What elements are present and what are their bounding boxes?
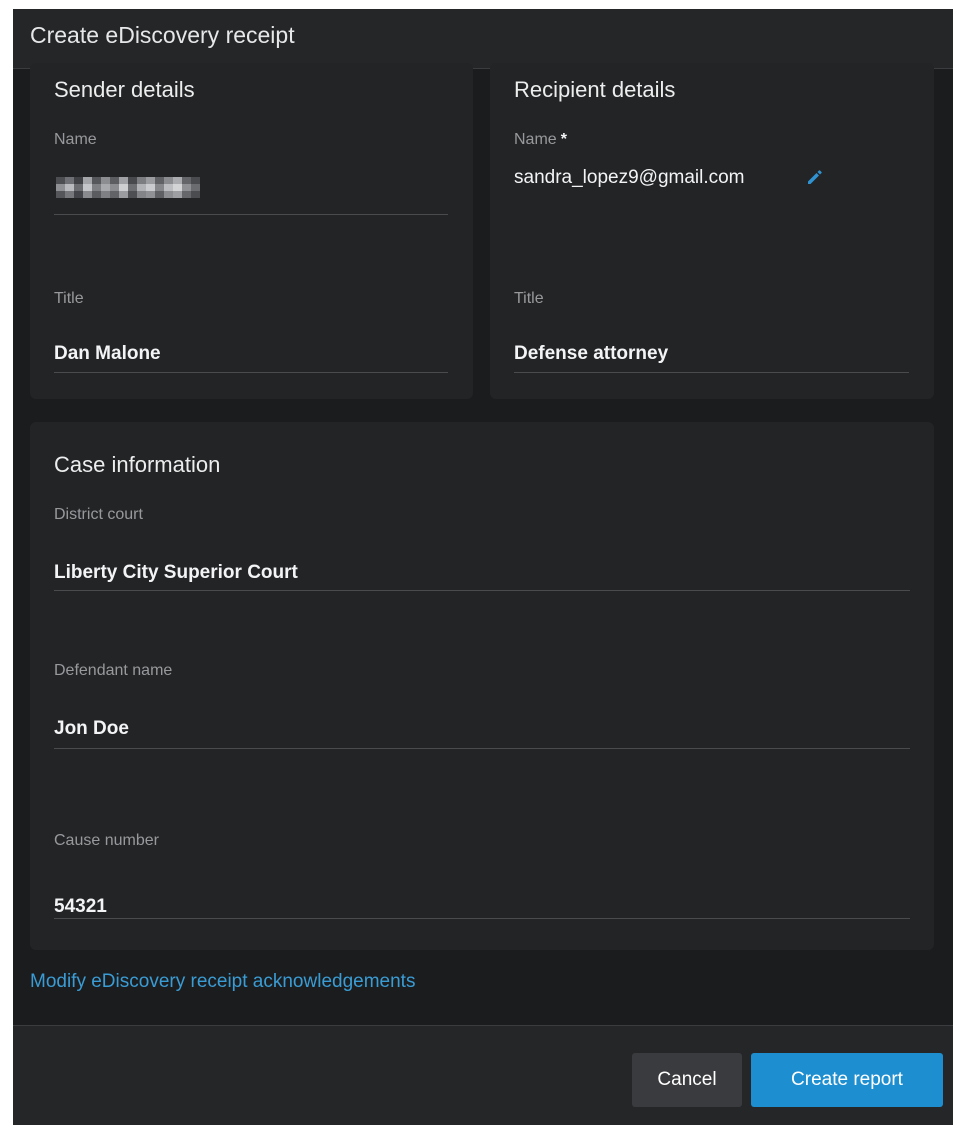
sender-name-label: Name [54, 131, 97, 148]
recipient-title-label: Title [514, 290, 544, 307]
create-report-button[interactable]: Create report [751, 1053, 943, 1107]
sender-details-heading: Sender details [54, 77, 195, 102]
sender-name-redacted [56, 177, 200, 198]
sender-title-label: Title [54, 290, 84, 307]
sender-title-value[interactable]: Dan Malone [54, 343, 161, 365]
defendant-name-underline [54, 748, 910, 749]
case-information-heading: Case information [54, 452, 221, 477]
dialog-body: Sender details Name Title Dan Malone Rec… [13, 63, 953, 1025]
cause-number-label: Cause number [54, 832, 159, 849]
recipient-title-underline [514, 372, 909, 373]
recipient-name-value: sandra_lopez9@gmail.com [514, 167, 745, 188]
create-ediscovery-receipt-dialog: Create eDiscovery receipt Sender details… [13, 9, 953, 1125]
cancel-button[interactable]: Cancel [632, 1053, 742, 1107]
defendant-name-label: Defendant name [54, 662, 173, 679]
sender-title-underline [54, 372, 448, 373]
edit-recipient-pencil-icon[interactable] [805, 167, 825, 187]
recipient-details-heading: Recipient details [514, 77, 676, 102]
modify-acknowledgements-link[interactable]: Modify eDiscovery receipt acknowledgemen… [30, 971, 415, 993]
required-asterisk: * [560, 131, 567, 148]
case-information-card: Case information District court Liberty … [30, 422, 934, 950]
recipient-details-card: Recipient details Name * sandra_lopez9@gm… [490, 63, 934, 399]
district-court-value[interactable]: Liberty City Superior Court [54, 562, 298, 584]
district-court-label: District court [54, 506, 143, 523]
district-court-underline [54, 590, 910, 591]
cause-number-value[interactable]: 54321 [54, 896, 107, 918]
dialog-footer: Cancel Create report [13, 1025, 953, 1125]
recipient-name-label: Name * [514, 131, 567, 148]
cause-number-underline [54, 918, 910, 919]
dialog-title: Create eDiscovery receipt [30, 22, 295, 48]
recipient-title-value[interactable]: Defense attorney [514, 343, 668, 365]
sender-name-underline [54, 214, 448, 215]
defendant-name-value[interactable]: Jon Doe [54, 718, 129, 740]
sender-details-card: Sender details Name Title Dan Malone [30, 63, 473, 399]
dialog-header: Create eDiscovery receipt [13, 9, 953, 69]
